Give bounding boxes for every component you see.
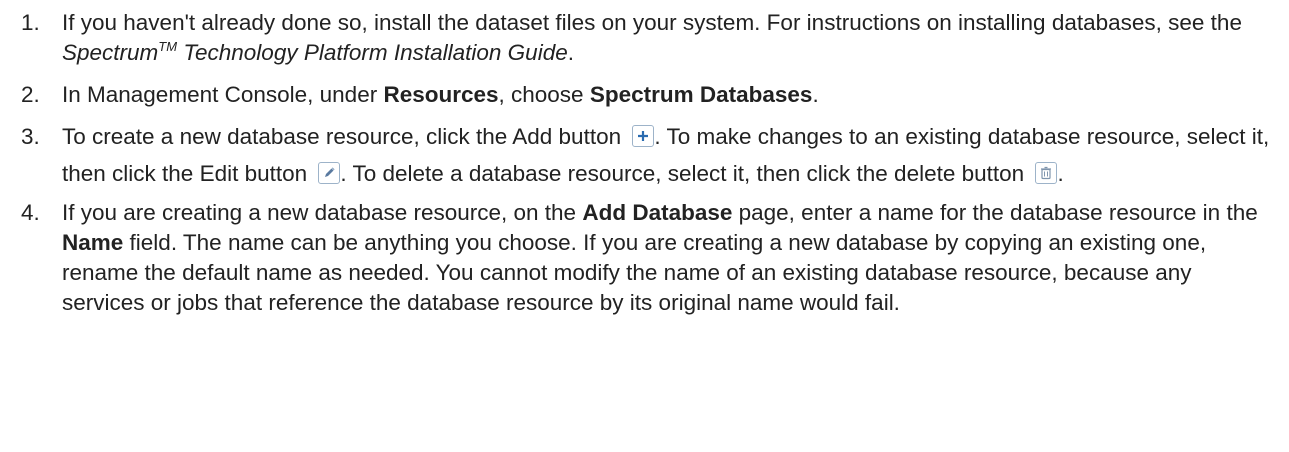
trash-icon (1041, 166, 1052, 180)
delete-button[interactable] (1035, 162, 1058, 184)
trademark-mark: TM (158, 39, 178, 54)
step-text: page, enter a name for the database reso… (732, 200, 1258, 225)
step-text: . To delete a database resource, select … (340, 161, 1031, 186)
step-number: 4. (21, 200, 40, 225)
add-database-label: Add Database (582, 200, 733, 225)
plus-icon (638, 131, 649, 141)
name-field-label: Name (62, 230, 124, 255)
step-3: 3. To create a new database resource, cl… (0, 118, 1289, 192)
step-2: 2. In Management Console, under Resource… (0, 80, 1289, 110)
step-text: field. The name can be anything you choo… (62, 230, 1207, 315)
step-text-end: . (567, 40, 574, 65)
guide-title-product: Spectrum (62, 40, 159, 65)
step-number: 3. (21, 124, 40, 149)
resources-label: Resources (383, 82, 499, 107)
step-text: In Management Console, under (62, 82, 384, 107)
add-button[interactable] (632, 125, 655, 147)
step-text: If you are creating a new database resou… (62, 200, 583, 225)
guide-title: SpectrumTM Technology Platform Installat… (62, 40, 568, 65)
spectrum-databases-label: Spectrum Databases (589, 82, 813, 107)
pencil-icon (325, 167, 336, 177)
step-text: To create a new database resource, click… (62, 124, 628, 149)
step-text-end: . (1057, 161, 1064, 186)
step-number: 1. (21, 10, 40, 35)
step-text: , choose (498, 82, 590, 107)
guide-title-rest: Technology Platform Installation Guide (177, 40, 568, 65)
step-1: 1. If you haven't already done so, insta… (0, 8, 1289, 68)
step-4: 4. If you are creating a new database re… (0, 198, 1289, 318)
step-number: 2. (21, 82, 40, 107)
step-text-end: . (812, 82, 819, 107)
edit-button[interactable] (318, 162, 341, 184)
instruction-list: 1. If you haven't already done so, insta… (0, 0, 1289, 318)
step-text: If you haven't already done so, install … (62, 10, 1242, 35)
